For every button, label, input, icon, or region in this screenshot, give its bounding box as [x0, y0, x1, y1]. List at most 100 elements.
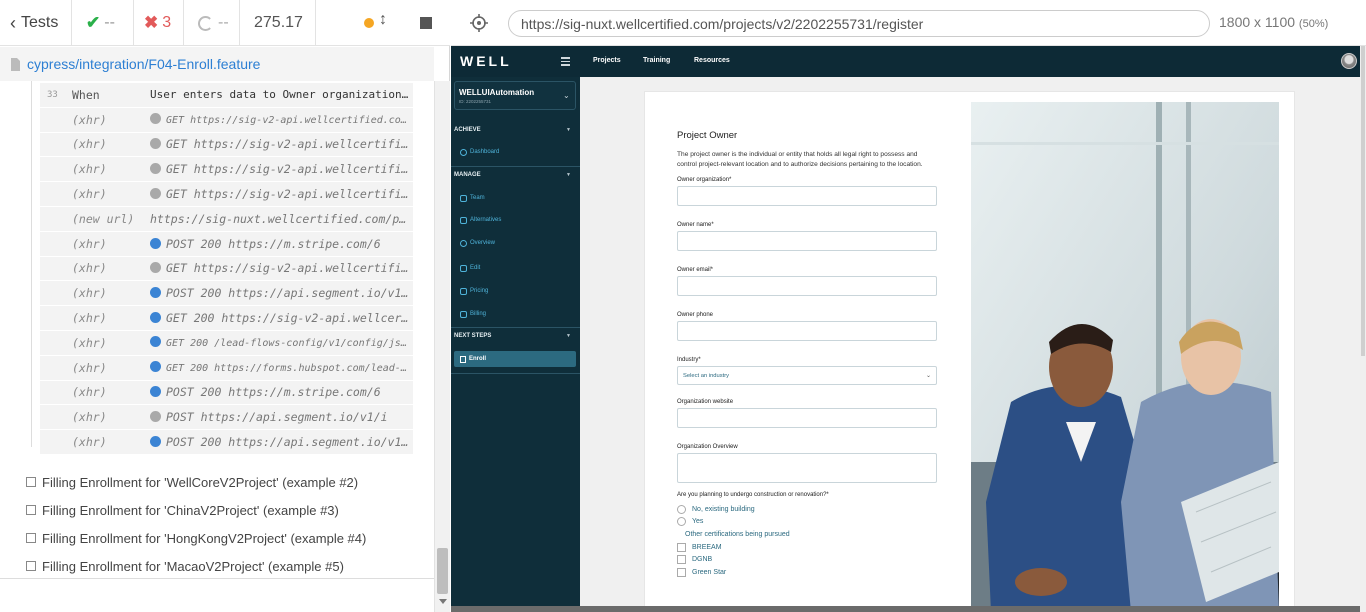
- owner-phone-input[interactable]: [677, 321, 937, 341]
- x-icon: ✖: [144, 13, 159, 32]
- owner-email-input[interactable]: [677, 276, 937, 296]
- status-dot-icon: [150, 262, 161, 274]
- test-item[interactable]: Filling Enrollment for 'ChinaV2Project' …: [26, 496, 426, 524]
- command-message: GET 200 /lead-flows-config/v1/config/jso…: [150, 336, 413, 349]
- app-top-nav: WELL Projects Training Resources: [451, 46, 1360, 77]
- checkbox-icon[interactable]: [677, 555, 686, 565]
- command-row[interactable]: (new url) https://sig-nuxt.wellcertified.…: [40, 206, 413, 232]
- status-dot-icon: [150, 361, 161, 373]
- runner-header: ‹ Tests ✔ -- ✖ 3 -- 275.17 ↕: [0, 0, 450, 46]
- org-overview-textarea[interactable]: [677, 453, 937, 483]
- checkbox-breeam[interactable]: BREEAM: [677, 541, 939, 554]
- industry-select[interactable]: Select an industry ⌄: [677, 366, 937, 385]
- radio-icon[interactable]: [677, 516, 686, 526]
- command-row[interactable]: (xhr) GET https://sig-v2-api.wellcertifi.…: [40, 182, 413, 207]
- pending-circle-icon: [198, 15, 213, 31]
- command-name: (xhr): [72, 286, 107, 301]
- command-row[interactable]: (xhr) GET 200 https://sig-v2-api.wellcer.…: [40, 306, 413, 331]
- radio-existing-building[interactable]: No, existing building: [677, 503, 939, 515]
- org-switcher[interactable]: WELLUIAutomation ID: 2202255731 ⌄: [454, 81, 576, 110]
- tests-button[interactable]: ‹ Tests: [0, 0, 72, 46]
- billing-icon: [460, 310, 467, 318]
- status-dot-icon: [150, 163, 161, 175]
- divider: [0, 578, 434, 579]
- scrollbar-thumb[interactable]: [1361, 46, 1365, 356]
- url-bar[interactable]: https://sig-nuxt.wellcertified.com/proje…: [508, 10, 1210, 37]
- hero-photo: [971, 102, 1279, 606]
- command-message: GET https://sig-v2-api.wellcertifi...: [150, 162, 413, 176]
- viewport-size: 1800 x 1100 (50%): [1219, 14, 1329, 30]
- test-item[interactable]: Filling Enrollment for 'WellCoreV2Projec…: [26, 468, 426, 496]
- command-name: (xhr): [72, 311, 107, 326]
- command-message: https://sig-nuxt.wellcertified.com/pr...: [150, 211, 413, 226]
- sidebar-item-pricing[interactable]: Pricing: [460, 285, 488, 297]
- command-row[interactable]: (xhr) POST 200 https://m.stripe.com/6: [40, 231, 413, 257]
- file-icon: [11, 57, 20, 71]
- well-logo[interactable]: WELL: [460, 53, 512, 69]
- command-row[interactable]: (xhr) GET 200 /lead-flows-config/v1/confi…: [40, 330, 413, 356]
- radio-yes[interactable]: Yes: [677, 515, 939, 527]
- test-item[interactable]: Filling Enrollment for 'MacaoV2Project' …: [26, 552, 426, 578]
- menu-icon[interactable]: [561, 57, 570, 68]
- avatar[interactable]: [1341, 53, 1357, 69]
- owner-organization-input[interactable]: [677, 186, 937, 206]
- caret-down-icon: ▼: [566, 127, 571, 133]
- sidebar-item-enroll[interactable]: Enroll: [454, 351, 576, 367]
- duration: 275.17: [240, 0, 316, 46]
- nav-training[interactable]: Training: [643, 57, 670, 64]
- sidebar-item-edit[interactable]: Edit: [460, 262, 480, 274]
- dashboard-icon: [460, 148, 467, 156]
- command-row[interactable]: (xhr) POST https://api.segment.io/v1/i: [40, 405, 413, 431]
- status-dot-icon: [150, 386, 161, 398]
- scrollbar-thumb[interactable]: [437, 548, 448, 594]
- app-scrollbar[interactable]: [1360, 46, 1366, 612]
- viewport-scale: (50%): [1298, 18, 1329, 30]
- command-row[interactable]: (xhr) POST 200 https://api.segment.io/v1.…: [40, 430, 413, 455]
- section-manage[interactable]: MANAGE ▼: [451, 167, 580, 183]
- command-row[interactable]: 33 When User enters data to Owner organiza…: [40, 83, 413, 108]
- sidebar-item-team[interactable]: Team: [460, 192, 485, 204]
- test-item[interactable]: Filling Enrollment for 'HongKongV2Projec…: [26, 524, 426, 552]
- command-row[interactable]: (xhr) GET https://sig-v2-api.wellcertifi.…: [40, 256, 413, 282]
- nav-projects[interactable]: Projects: [593, 57, 621, 64]
- sidebar-item-dashboard[interactable]: Dashboard: [460, 146, 499, 158]
- org-website-input[interactable]: [677, 408, 937, 428]
- spec-path-bar[interactable]: cypress/integration/F04-Enroll.feature: [0, 47, 434, 81]
- chevron-down-icon: ⌄: [563, 91, 570, 100]
- selector-playground-icon[interactable]: [469, 13, 489, 33]
- status-dot-icon: [150, 411, 161, 423]
- command-row[interactable]: (xhr) GET 200 https://forms.hubspot.com/l…: [40, 355, 413, 381]
- auto-scroll-icon[interactable]: ↕: [379, 11, 387, 29]
- command-row[interactable]: (xhr) GET https://sig-v2-api.wellcertifi.…: [40, 132, 413, 158]
- command-name: (xhr): [72, 335, 107, 350]
- command-message: User enters data to Owner organization, …: [150, 88, 413, 102]
- owner-email-label: Owner email*: [677, 267, 714, 273]
- sidebar-item-overview[interactable]: Overview: [460, 237, 495, 249]
- owner-phone-label: Owner phone: [677, 312, 714, 318]
- command-message: POST 200 https://api.segment.io/v1...: [150, 435, 413, 449]
- test-status-icon: [26, 505, 36, 515]
- command-row[interactable]: (xhr) GET https://sig-v2-api.wellcertifi.…: [40, 157, 413, 183]
- checkbox-icon[interactable]: [677, 567, 686, 577]
- command-row[interactable]: (xhr) GET https://sig-v2-api.wellcertifie…: [40, 107, 413, 133]
- stop-icon[interactable]: [420, 17, 432, 29]
- command-row[interactable]: (xhr) POST 200 https://api.segment.io/v1.…: [40, 281, 413, 307]
- spec-path[interactable]: cypress/integration/F04-Enroll.feature: [27, 56, 260, 72]
- checkbox-green-star[interactable]: Green Star: [677, 566, 939, 579]
- sidebar-item-alternatives[interactable]: Alternatives: [460, 214, 501, 226]
- status-dot-icon: [150, 138, 161, 150]
- section-next-steps[interactable]: NEXT STEPS ▼: [451, 328, 580, 344]
- nav-resources[interactable]: Resources: [694, 57, 730, 64]
- sidebar-item-billing[interactable]: Billing: [460, 308, 486, 320]
- command-row[interactable]: (xhr) POST 200 https://m.stripe.com/6: [40, 380, 413, 406]
- command-name: (xhr): [72, 137, 107, 152]
- radio-icon[interactable]: [677, 504, 686, 514]
- check-icon: ✔: [86, 13, 101, 32]
- section-achieve[interactable]: ACHIEVE ▼: [451, 122, 580, 138]
- log-scrollbar[interactable]: [434, 81, 450, 612]
- owner-name-input[interactable]: [677, 231, 937, 251]
- checkbox-icon[interactable]: [677, 542, 686, 552]
- scroll-down-arrow-icon[interactable]: [439, 599, 447, 604]
- status-dot-icon: [150, 336, 161, 348]
- checkbox-dgnb[interactable]: DGNB: [677, 554, 939, 567]
